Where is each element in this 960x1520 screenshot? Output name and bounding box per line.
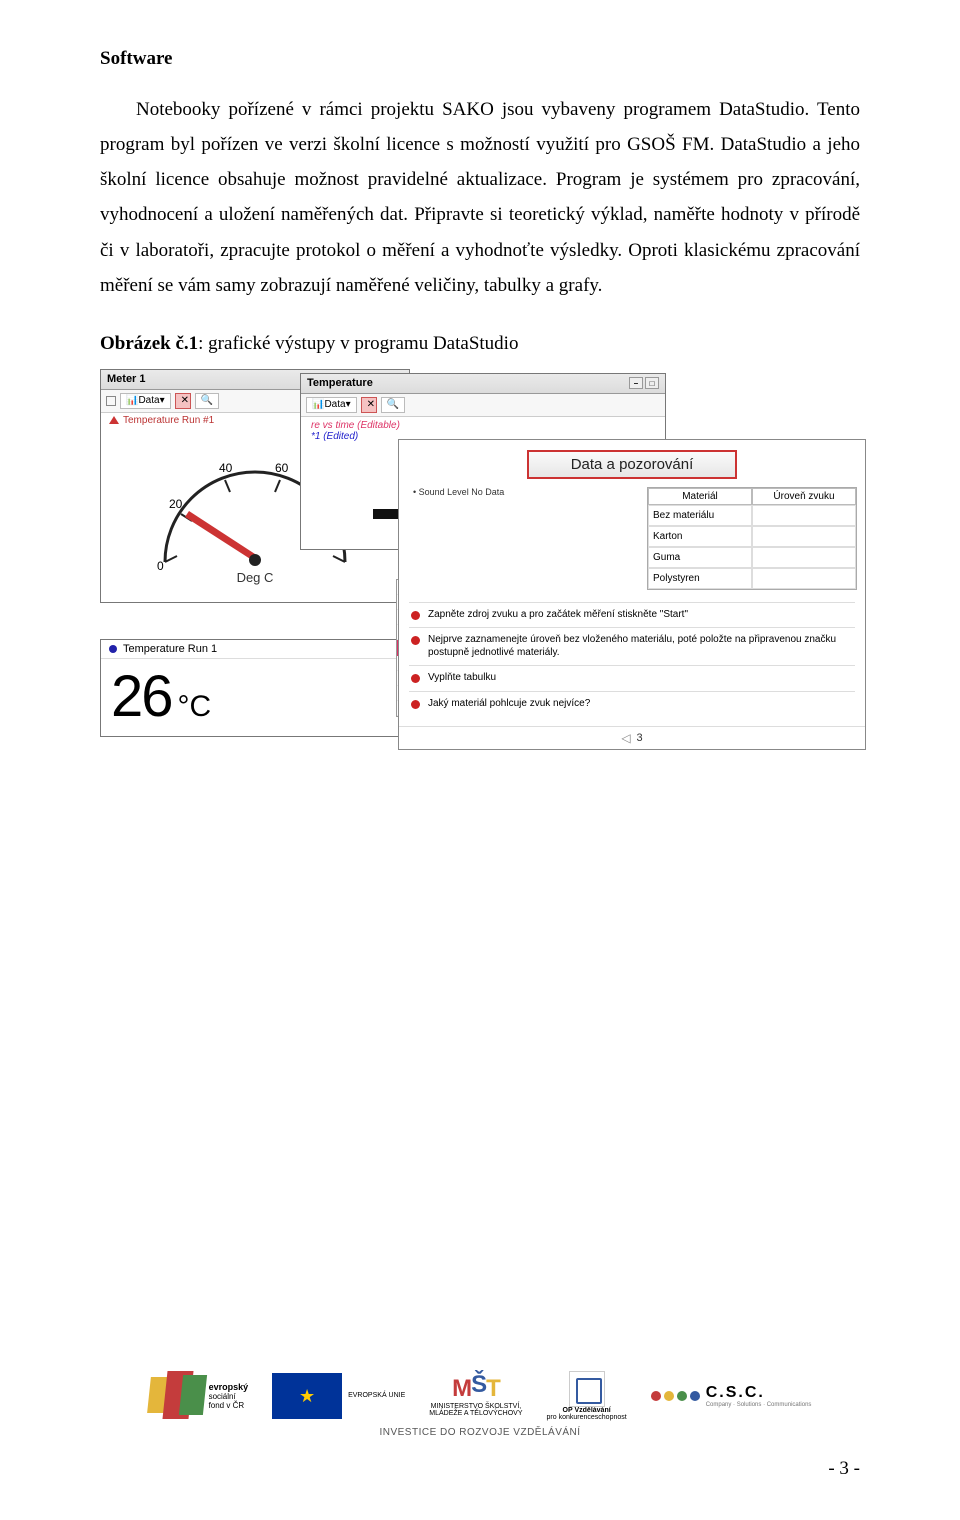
eu-logo: ★ EVROPSKÁ UNIE xyxy=(272,1373,405,1419)
caption-rest: : grafické výstupy v programu DataStudio xyxy=(198,333,518,354)
body-paragraph: Notebooky pořízené v rámci projektu SAKO… xyxy=(100,92,860,303)
footer-caption: INVESTICE DO ROZVOJE VZDĚLÁVÁNÍ xyxy=(100,1427,860,1438)
opvz-icon xyxy=(569,1371,605,1407)
digital-label-row: Temperature Run 1 xyxy=(101,640,409,659)
triangle-icon xyxy=(109,416,119,424)
step-item: Zapněte zdroj zvuku a pro začátek měření… xyxy=(409,602,855,628)
msmt-logo: MŠT MINISTERSTVO ŠKOLSTVÍ, MLÁDEŽE A TĚL… xyxy=(429,1375,522,1417)
bullet-icon xyxy=(109,645,117,653)
footer-logos: evropský sociální fond v ČR ★ EVROPSKÁ U… xyxy=(100,1371,860,1421)
observation-window: Data a pozorování • Sound Level No Data … xyxy=(398,439,866,751)
prev-page-icon[interactable]: ◁ xyxy=(621,731,630,745)
tick-20: 20 xyxy=(169,497,183,511)
meter-title: Meter 1 xyxy=(107,373,146,385)
pager: ◁ 3 xyxy=(399,726,865,749)
table-cell[interactable]: Polystyren xyxy=(648,568,752,589)
figure-caption: Obrázek č.1: grafické výstupy v programu… xyxy=(100,333,860,355)
page-footer: evropský sociální fond v ČR ★ EVROPSKÁ U… xyxy=(0,1371,960,1480)
needle-icon xyxy=(185,511,255,562)
digital-label: Temperature Run 1 xyxy=(123,643,217,655)
bullet-icon xyxy=(411,636,420,645)
zoom-button[interactable]: 🔍 xyxy=(381,397,405,413)
col-material: Materiál xyxy=(648,488,752,505)
step-item: Nejprve zaznamenejte úroveň bez vloženéh… xyxy=(409,627,855,665)
data-button[interactable]: 📊 Data ▾ xyxy=(120,393,171,409)
page-number: 3 xyxy=(637,732,643,744)
col-level: Úroveň zvuku xyxy=(752,488,856,505)
digital-readout: 26 °C xyxy=(101,659,409,736)
temp-title: Temperature xyxy=(307,377,373,389)
temp-titlebar: Temperature – □ xyxy=(301,374,665,394)
figure-area: Meter 1 – □ 📊 Data ▾ ✕ 🔍 Temperature Run… xyxy=(100,369,860,909)
tick-0: 0 xyxy=(157,559,164,573)
delete-button[interactable]: ✕ xyxy=(361,397,377,413)
temp-toolbar: 📊 Data ▾ ✕ 🔍 xyxy=(301,394,665,417)
table-cell[interactable] xyxy=(752,526,856,547)
digital-window: Temperature Run 1 26 °C xyxy=(100,639,410,737)
bullet-icon xyxy=(411,674,420,683)
data-button[interactable]: 📊 Data ▾ xyxy=(306,397,357,413)
table-cell[interactable]: Bez materiálu xyxy=(648,505,752,526)
materials-table: Materiál Úroveň zvuku Bez materiálu Kart… xyxy=(647,487,857,590)
digital-value: 26 xyxy=(111,663,172,730)
zoom-button[interactable]: 🔍 xyxy=(195,393,219,409)
tick-40: 40 xyxy=(219,461,233,475)
table-cell[interactable] xyxy=(752,505,856,526)
step-item: Jaký materiál pohlcuje zvuk nejvíce? xyxy=(409,691,855,717)
table-cell[interactable]: Karton xyxy=(648,526,752,547)
window-min-icon[interactable]: – xyxy=(629,377,643,389)
observation-header: Data a pozorování xyxy=(527,450,737,479)
sound-level-label: • Sound Level No Data xyxy=(407,487,647,497)
caption-bold: Obrázek č.1 xyxy=(100,333,198,354)
tick-60: 60 xyxy=(275,461,289,475)
esf-logo: evropský sociální fond v ČR xyxy=(149,1371,249,1421)
table-cell[interactable]: Guma xyxy=(648,547,752,568)
delete-button[interactable]: ✕ xyxy=(175,393,191,409)
csc-dots-icon xyxy=(651,1391,700,1401)
bullet-icon xyxy=(411,611,420,620)
step-item: Vyplňte tabulku xyxy=(409,665,855,691)
table-cell[interactable] xyxy=(752,568,856,589)
observation-steps: Zapněte zdroj zvuku a pro začátek měření… xyxy=(399,596,865,727)
bullet-icon xyxy=(411,700,420,709)
window-max-icon[interactable]: □ xyxy=(645,377,659,389)
page-number: - 3 - xyxy=(100,1458,860,1480)
esf-icon xyxy=(149,1371,203,1421)
gauge-unit: Deg C xyxy=(101,570,409,591)
section-heading: Software xyxy=(100,48,860,70)
csc-logo: C.S.C. Company · Solutions · Communicati… xyxy=(651,1384,812,1408)
eu-flag-icon: ★ xyxy=(272,1373,342,1419)
table-cell[interactable] xyxy=(752,547,856,568)
opvz-logo: OP Vzdělávání pro konkurenceschopnost xyxy=(547,1371,627,1421)
